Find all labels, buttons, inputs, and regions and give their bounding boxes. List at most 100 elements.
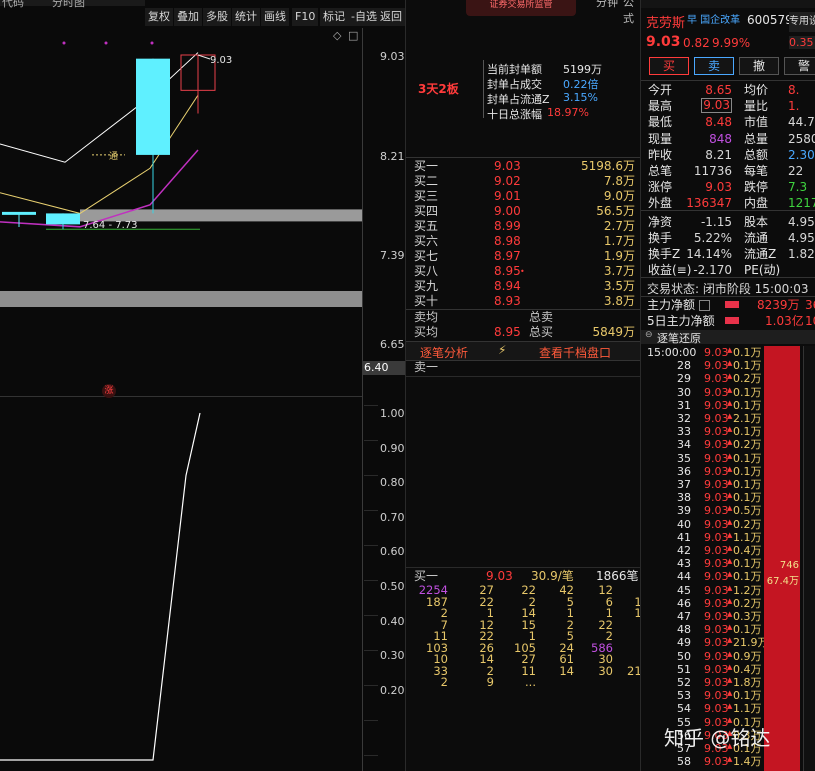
up-arrow-icon: ▲: [727, 662, 733, 671]
signal-dot: [104, 41, 108, 45]
tick-price: 9.03: [704, 544, 729, 557]
tick-price: 9.03: [704, 649, 729, 663]
collapse-icon[interactable]: ⊖: [645, 330, 653, 340]
flow5-bar: [725, 317, 739, 324]
stat-value: -2.170: [693, 263, 732, 278]
toolbar-button[interactable]: 画线: [261, 8, 289, 26]
annotation-text: 通: [109, 151, 118, 162]
bid-row[interactable]: 买二 9.02 7.8万: [406, 174, 641, 189]
tick-price: 9.03: [704, 372, 729, 386]
tab-trade-analysis[interactable]: 逐笔分析: [420, 344, 468, 361]
up-arrow-icon: ▲: [727, 385, 733, 394]
tick-row: 48 9.03 ▲ 0.1万: [641, 623, 766, 636]
up-arrow-icon: ▲: [727, 412, 733, 420]
tick-time: 34: [677, 438, 691, 452]
stat-value: 7.3: [788, 180, 808, 195]
toolbar-button[interactable]: 统计: [232, 8, 260, 26]
up-arrow-icon: ▲: [727, 570, 733, 579]
toolbar-button[interactable]: 标记: [320, 8, 348, 26]
bid-row[interactable]: 买三 9.01 9.0万: [406, 189, 641, 204]
tick-time: 54: [677, 702, 691, 716]
tick-volume: 0.1万: [733, 359, 762, 373]
tick-price: 9.03: [704, 359, 729, 373]
tick-volume: 1.1万: [733, 702, 762, 716]
chart-tab[interactable]: 分时图: [52, 0, 85, 10]
axis-tick: [364, 720, 378, 721]
tick-time: 46: [677, 596, 691, 610]
trade-button[interactable]: 警: [784, 57, 815, 75]
tick-time: 35: [677, 451, 691, 465]
seal-value: 0.22倍: [563, 78, 599, 91]
bid-row[interactable]: 买四 9.00 56.5万: [406, 204, 641, 219]
divider: [406, 567, 641, 568]
tick-price: 9.03: [704, 385, 729, 399]
stat-value: 11736: [693, 164, 732, 178]
sell1-label: 卖一: [414, 360, 439, 374]
bid-row[interactable]: 买七 8.97 1.9万: [406, 249, 641, 264]
trade-button[interactable]: 买: [649, 57, 689, 75]
tick-price: 9.03: [704, 702, 729, 716]
bid-label: 买五: [414, 219, 439, 233]
tick-volume: 0.9万: [733, 649, 762, 663]
toolbar-button[interactable]: 返回: [377, 8, 405, 26]
lightning-icon[interactable]: ⚡: [498, 343, 506, 357]
tick-price: 9.03: [704, 623, 729, 637]
tick-price: 9.03: [704, 676, 729, 689]
stat-label: 流通Z: [744, 247, 777, 261]
bid-label: 买四: [414, 204, 439, 218]
toolbar-button[interactable]: 复权: [145, 8, 173, 26]
bid-row[interactable]: 买一 9.03 5198.6万: [406, 159, 641, 174]
toolbar-button[interactable]: 叠加: [174, 8, 202, 26]
candlestick-plot: 通 9.03 7.64 - 7.73: [0, 41, 362, 307]
trade-button[interactable]: 卖: [694, 57, 734, 75]
kline-chart-panel[interactable]: 代码 分时图 复权 叠加 多股 统计 画线 F10 标记 -自选 返回 ◇ □ 通 9.03 7.64 …: [0, 0, 407, 771]
stat-value: 8.65: [705, 83, 732, 97]
watermark: 知乎 @铭达: [664, 726, 771, 750]
chart-icon[interactable]: [699, 300, 710, 311]
quote-stat-row: 外盘 136347 内盘 1217: [641, 195, 815, 211]
tab-depth-view[interactable]: 查看千档盘口: [539, 344, 611, 361]
header-tab[interactable]: 分钟: [596, 0, 618, 10]
bid-row[interactable]: 买十 8.93 3.8万: [406, 294, 641, 309]
extra-pct: 0.35: [789, 36, 815, 49]
flow5-extra: 10: [805, 314, 815, 328]
up-arrow-icon: ▲: [727, 372, 733, 381]
industry-label[interactable]: 专用设: [789, 12, 815, 32]
stat-value: -1.15: [700, 214, 732, 229]
trade-button[interactable]: 撤: [739, 57, 779, 75]
tick-row: 52 9.03 ▲ 1.8万: [641, 676, 766, 689]
bid-row[interactable]: 买九 8.94 3.5万: [406, 279, 641, 294]
toolbar-button[interactable]: 多股: [203, 8, 231, 26]
bid-row[interactable]: 买五 8.99 2.7万: [406, 219, 641, 234]
scrollbar[interactable]: [803, 346, 815, 771]
up-arrow-icon: ▲: [727, 676, 733, 684]
stat-value: 9.03: [705, 180, 732, 195]
tick-price: 9.03: [704, 412, 729, 425]
avg-sell-label: 卖均: [414, 310, 439, 324]
tick-row: 36 9.03 ▲ 0.1万: [641, 465, 766, 478]
tick-volume: 0.1万: [733, 385, 762, 399]
header-tab[interactable]: 公式: [623, 0, 641, 26]
indicator-tick-label: 0.60: [380, 545, 405, 559]
bid-price: 9.02: [494, 174, 521, 188]
concept-tags[interactable]: 早 国企改革: [687, 11, 740, 26]
indicator-tick-label: 0.50: [380, 580, 405, 593]
toolbar-button[interactable]: -自选: [348, 8, 380, 26]
quote-stat-row: 现量 848 总量 2580: [641, 131, 815, 147]
stat-label: 总量: [744, 131, 769, 146]
chart-tab[interactable]: 代码: [2, 0, 24, 10]
last-price: 9.03: [646, 34, 681, 50]
quote-stat-row: 换手 5.22% 流通 4.95: [641, 230, 815, 246]
quote-stat-row: 涨停 9.03 跌停 7.3: [641, 179, 815, 195]
bid-row[interactable]: 买六 8.98 1.7万: [406, 234, 641, 249]
main-flow-row: 主力净额 8239万 36: [641, 297, 815, 313]
toolbar-button[interactable]: F10: [292, 8, 319, 26]
tick-row: 38 9.03 ▲ 0.1万: [641, 491, 766, 504]
divider: [641, 277, 815, 278]
flow5-value: 1.03亿: [765, 314, 804, 328]
quote-stat-row: 换手Z 14.14% 流通Z 1.82: [641, 246, 815, 262]
quote-stat-row: 今开 8.65 均价 8.: [641, 82, 815, 98]
bid-label: 买三: [414, 189, 439, 203]
stock-name[interactable]: 克劳斯: [646, 12, 685, 31]
bid-row[interactable]: 买八 8.95 • 3.7万: [406, 264, 641, 279]
